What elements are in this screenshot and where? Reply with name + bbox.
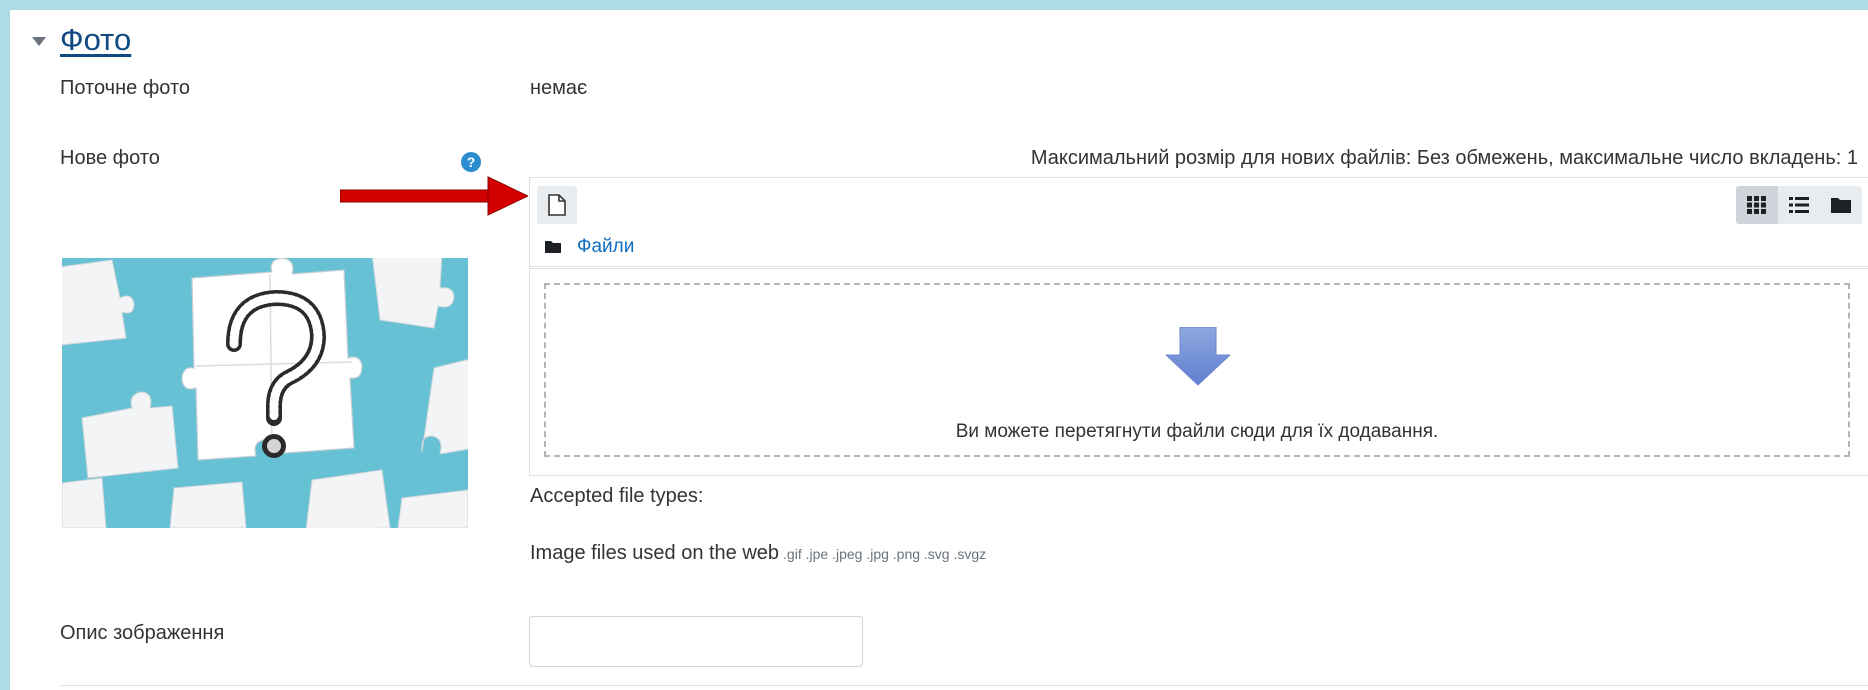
file-dropzone[interactable]: Ви можете перетягнути файли сюди для їх … — [544, 283, 1850, 457]
page: Фото Поточне фото немає Нове фото ? Макс… — [10, 10, 1868, 690]
section-title[interactable]: Фото — [60, 22, 131, 58]
folder-icon — [545, 241, 561, 253]
accepted-extensions: .gif .jpe .jpeg .jpg .png .svg .svgz — [783, 546, 987, 562]
accepted-type-name: Image files used on the web — [530, 542, 780, 564]
folder-view-icon — [1831, 198, 1851, 213]
dropzone-container: Ви можете перетягнути файли сюди для їх … — [529, 268, 1868, 476]
dropzone-text: Ви можете перетягнути файли сюди для їх … — [955, 421, 1439, 442]
view-switcher — [1736, 186, 1862, 224]
puzzle-question-image — [62, 258, 468, 528]
add-file-button[interactable] — [537, 186, 577, 224]
image-description-input[interactable] — [529, 616, 863, 667]
max-size-info: Максимальний розмір для нових файлів: Бе… — [1030, 147, 1858, 169]
accepted-types-label: Accepted file types: — [530, 485, 704, 507]
grid-view-icon — [1747, 196, 1766, 214]
divider — [60, 685, 1868, 686]
list-view-button[interactable] — [1778, 186, 1820, 224]
question-circle-icon[interactable]: ? — [461, 152, 481, 172]
section-header[interactable]: Фото — [32, 22, 131, 58]
files-path-link[interactable]: Файли — [577, 236, 634, 258]
red-arrow-icon — [340, 176, 528, 216]
grid-view-button[interactable] — [1736, 186, 1778, 224]
download-arrow-icon — [1166, 327, 1230, 386]
current-photo-value: немає — [530, 77, 588, 99]
collapse-caret-icon[interactable] — [32, 36, 46, 46]
breadcrumb: Файли — [545, 236, 634, 258]
list-view-icon — [1789, 197, 1809, 213]
image-description-label: Опис зображення — [60, 622, 225, 644]
file-icon — [548, 194, 566, 216]
current-photo-label: Поточне фото — [60, 77, 191, 99]
accepted-types-list: Image files used on the web .gif .jpe .jp… — [530, 542, 986, 565]
new-photo-label: Нове фото — [60, 147, 160, 169]
folder-view-button[interactable] — [1820, 186, 1862, 224]
filepicker-toolbar: Файли — [529, 177, 1868, 267]
